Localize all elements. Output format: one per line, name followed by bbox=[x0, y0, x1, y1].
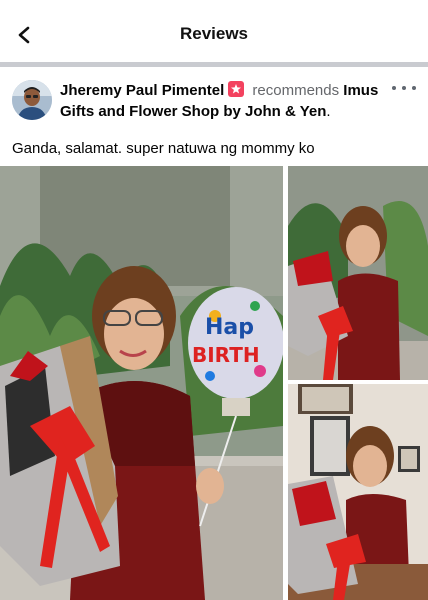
more-dot bbox=[392, 86, 396, 90]
photo-woman-with-bouquet-indoors[interactable] bbox=[288, 384, 428, 600]
review-post-header: Jheremy Paul Pimentel recommends Imus Gi… bbox=[0, 67, 428, 127]
headline-period: . bbox=[326, 103, 331, 120]
more-dot bbox=[412, 86, 416, 90]
avatar-image bbox=[12, 80, 52, 120]
avatar[interactable] bbox=[12, 80, 52, 120]
top-fan-badge-icon bbox=[228, 81, 245, 97]
svg-text:Hap: Hap bbox=[205, 315, 254, 340]
photo-woman-holding-bouquet[interactable] bbox=[288, 166, 428, 380]
review-text: Ganda, salamat. super natuwa ng mommy ko bbox=[12, 140, 315, 157]
photo-woman-with-balloon-and-flowers[interactable]: Hap BIRTH bbox=[0, 166, 283, 600]
more-dot bbox=[402, 86, 406, 90]
more-options-button[interactable] bbox=[392, 81, 416, 95]
author-name[interactable]: Jheremy Paul Pimentel bbox=[60, 82, 224, 99]
review-headline: Jheremy Paul Pimentel recommends Imus Gi… bbox=[60, 80, 385, 122]
svg-text:BIRTH: BIRTH bbox=[192, 343, 260, 367]
page-title: Reviews bbox=[179, 24, 249, 43]
top-bar: Reviews bbox=[0, 0, 428, 62]
recommends-label: recommends bbox=[252, 82, 340, 99]
photo-grid: Hap BIRTH bbox=[0, 166, 428, 600]
